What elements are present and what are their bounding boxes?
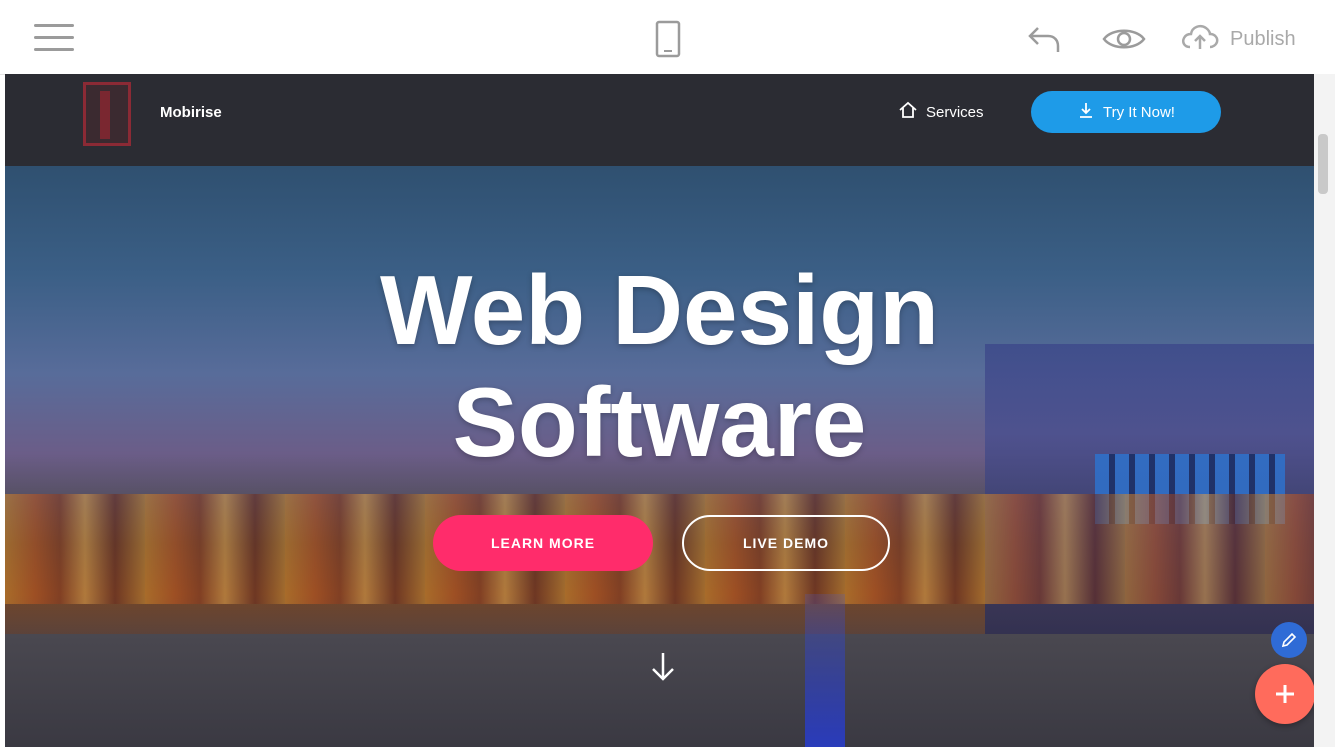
- add-icon[interactable]: [1255, 664, 1314, 724]
- eye-icon[interactable]: [1100, 24, 1148, 54]
- home-icon: [898, 100, 918, 124]
- scrollbar-handle[interactable]: [1318, 134, 1328, 194]
- mobile-device-icon[interactable]: [655, 20, 681, 58]
- try-it-now-button[interactable]: Try It Now!: [1031, 91, 1221, 133]
- try-it-now-label: Try It Now!: [1103, 103, 1175, 121]
- city-lights: [5, 494, 1314, 604]
- editor-toolbar: Publish: [0, 0, 1335, 75]
- light-trail: [805, 594, 845, 747]
- site-preview: Mobirise Services Try It Now! Web Design…: [5, 74, 1314, 747]
- learn-more-button[interactable]: LEARN MORE: [433, 515, 653, 571]
- hero-title-line1: Web Design: [379, 255, 940, 365]
- site-navbar: Mobirise Services Try It Now!: [5, 74, 1314, 166]
- live-demo-button[interactable]: LIVE DEMO: [682, 515, 890, 571]
- hero-title: Web Design Software: [5, 254, 1314, 478]
- arrow-down-icon[interactable]: [645, 649, 681, 685]
- brand-name[interactable]: Mobirise: [160, 104, 222, 121]
- download-icon: [1077, 101, 1095, 123]
- nav-services-link[interactable]: Services: [898, 100, 984, 124]
- cloud-upload-icon: [1180, 21, 1220, 58]
- scrollbar[interactable]: [1314, 74, 1335, 747]
- hamburger-icon[interactable]: [34, 24, 74, 54]
- site-logo[interactable]: [83, 82, 131, 146]
- edit-icon[interactable]: [1271, 622, 1307, 658]
- publish-label: Publish: [1230, 27, 1296, 50]
- publish-button[interactable]: Publish: [1180, 20, 1320, 58]
- undo-icon[interactable]: [1024, 22, 1064, 56]
- hero-title-line2: Software: [452, 367, 867, 477]
- nav-services-label: Services: [926, 103, 984, 121]
